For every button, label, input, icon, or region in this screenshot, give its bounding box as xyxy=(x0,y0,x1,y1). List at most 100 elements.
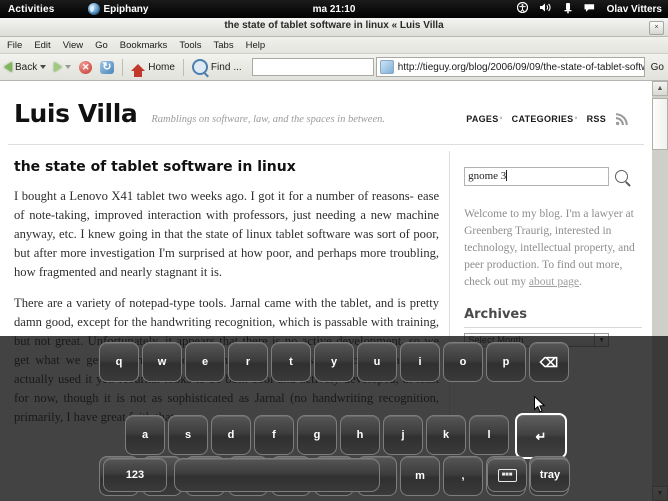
text-caret xyxy=(506,170,508,181)
key-l[interactable]: l xyxy=(469,415,509,455)
menu-bookmarks[interactable]: Bookmarks xyxy=(114,40,174,51)
find-ellipsis: ... xyxy=(233,61,242,73)
forward-history-chevron-down-icon[interactable] xyxy=(65,65,72,69)
nav-item-pages[interactable]: PAGES° xyxy=(466,114,502,124)
find-button[interactable]: Find ... xyxy=(188,56,246,78)
back-button[interactable]: Back xyxy=(0,56,50,78)
scroll-up-icon[interactable]: ▲ xyxy=(652,81,668,96)
key-p[interactable]: p xyxy=(486,342,526,382)
forward-arrow-icon xyxy=(54,62,63,72)
window-titlebar: the state of tablet software in linux « … xyxy=(0,18,668,37)
backspace-icon: ⌫ xyxy=(539,354,559,370)
menu-file[interactable]: File xyxy=(0,40,28,51)
key-s[interactable]: s xyxy=(168,415,208,455)
nav-rss-label: RSS xyxy=(586,114,606,124)
toolbar-separator-2 xyxy=(182,58,184,76)
key-e[interactable]: e xyxy=(185,342,225,382)
screen: Activities Epiphany ma 21:10 Olav Vitter… xyxy=(0,0,668,501)
menu-go[interactable]: Go xyxy=(89,40,114,51)
nav-categories-label: CATEGORIES xyxy=(511,114,574,124)
key-r[interactable]: r xyxy=(228,342,268,382)
key-i[interactable]: i xyxy=(400,342,440,382)
reload-button[interactable] xyxy=(96,56,118,78)
browser-toolbar: Back ✕ Home Find ... http://tieguy.org/b… xyxy=(0,54,668,81)
key-u[interactable]: u xyxy=(357,342,397,382)
chat-icon[interactable] xyxy=(584,3,596,16)
gnome-top-bar: Activities Epiphany ma 21:10 Olav Vitter… xyxy=(0,0,668,18)
key-o[interactable]: o xyxy=(443,342,483,382)
key-w[interactable]: w xyxy=(142,342,182,382)
key-h[interactable]: h xyxy=(340,415,380,455)
window-title: the state of tablet software in linux « … xyxy=(224,20,444,31)
url-input[interactable]: http://tieguy.org/blog/2006/09/09/the-st… xyxy=(398,62,644,73)
magnifier-icon[interactable] xyxy=(615,170,629,183)
search-icon xyxy=(191,59,208,75)
find-input[interactable] xyxy=(251,58,374,76)
scrollbar-thumb[interactable] xyxy=(652,98,668,150)
key-y[interactable]: y xyxy=(314,342,354,382)
key-j[interactable]: j xyxy=(383,415,423,455)
search-input[interactable]: gnome 3 xyxy=(464,167,610,186)
nav-pages-label: PAGES xyxy=(466,114,499,124)
about-blurb: Welcome to my blog. I'm a lawyer at Gree… xyxy=(464,206,642,291)
archives-divider xyxy=(464,327,642,328)
home-button[interactable]: Home xyxy=(127,56,179,78)
key-comma[interactable]: , xyxy=(443,456,483,496)
about-text-suffix: . xyxy=(579,276,582,288)
app-menu[interactable]: Epiphany xyxy=(88,3,148,15)
keyboard-icon: ■■■ xyxy=(497,468,517,482)
back-label: Back xyxy=(15,61,38,73)
go-button[interactable]: Go xyxy=(647,62,668,73)
key-d[interactable]: d xyxy=(211,415,251,455)
app-menu-label: Epiphany xyxy=(103,3,149,15)
user-menu-label[interactable]: Olav Vitters xyxy=(607,4,662,15)
back-history-chevron-down-icon[interactable] xyxy=(40,65,47,69)
menu-view[interactable]: View xyxy=(57,40,89,51)
toolbar-separator-1 xyxy=(122,58,124,76)
epiphany-globe-icon xyxy=(88,3,101,15)
blog-header: Luis Villa Ramblings on software, law, a… xyxy=(0,81,652,128)
menu-help[interactable]: Help xyxy=(240,40,272,51)
status-area: Olav Vitters xyxy=(516,0,662,18)
find-label: Find xyxy=(210,61,231,73)
article-title[interactable]: the state of tablet software in linux xyxy=(14,159,439,175)
reload-icon xyxy=(100,60,115,74)
forward-button[interactable] xyxy=(50,56,75,78)
nav-categories-caret-icon: ° xyxy=(574,117,578,124)
nav-item-rss[interactable]: RSS xyxy=(587,114,606,124)
stop-icon: ✕ xyxy=(79,60,93,74)
menu-edit[interactable]: Edit xyxy=(28,40,56,51)
key-t[interactable]: t xyxy=(271,342,311,382)
key-m[interactable]: m xyxy=(400,456,440,496)
key-enter[interactable]: ↵ xyxy=(515,413,567,459)
page-favicon xyxy=(379,60,394,74)
address-bar[interactable]: http://tieguy.org/blog/2006/09/09/the-st… xyxy=(375,57,645,77)
key-g[interactable]: g xyxy=(297,415,337,455)
menu-tools[interactable]: Tools xyxy=(173,40,207,51)
rss-icon[interactable] xyxy=(615,112,628,126)
blog-tagline: Ramblings on software, law, and the spac… xyxy=(151,114,385,125)
blog-title[interactable]: Luis Villa xyxy=(14,99,138,128)
stop-button[interactable]: ✕ xyxy=(75,56,96,78)
menu-tabs[interactable]: Tabs xyxy=(208,40,240,51)
key-backspace[interactable]: ⌫ xyxy=(529,342,569,382)
accessibility-icon[interactable] xyxy=(516,1,528,16)
activities-button[interactable]: Activities xyxy=(8,4,54,15)
back-arrow-icon xyxy=(4,62,12,72)
key-f[interactable]: f xyxy=(254,415,294,455)
search-input-value: gnome 3 xyxy=(468,170,507,182)
key-tray[interactable]: tray xyxy=(530,458,570,492)
key-keyboard-layout-toggle[interactable]: ■■■ xyxy=(487,458,527,492)
power-icon[interactable] xyxy=(563,2,573,17)
blog-nav: PAGES° CATEGORIES° RSS xyxy=(466,112,638,126)
volume-icon[interactable] xyxy=(539,2,552,16)
archives-heading: Archives xyxy=(464,307,527,322)
close-icon[interactable]: × xyxy=(649,21,664,35)
key-space[interactable] xyxy=(174,458,380,492)
about-page-link[interactable]: about page xyxy=(529,276,579,288)
key-a[interactable]: a xyxy=(125,415,165,455)
key-q[interactable]: q xyxy=(99,342,139,382)
key-k[interactable]: k xyxy=(426,415,466,455)
nav-item-categories[interactable]: CATEGORIES° xyxy=(512,114,578,124)
key-numeric-toggle[interactable]: 123 xyxy=(103,458,167,492)
